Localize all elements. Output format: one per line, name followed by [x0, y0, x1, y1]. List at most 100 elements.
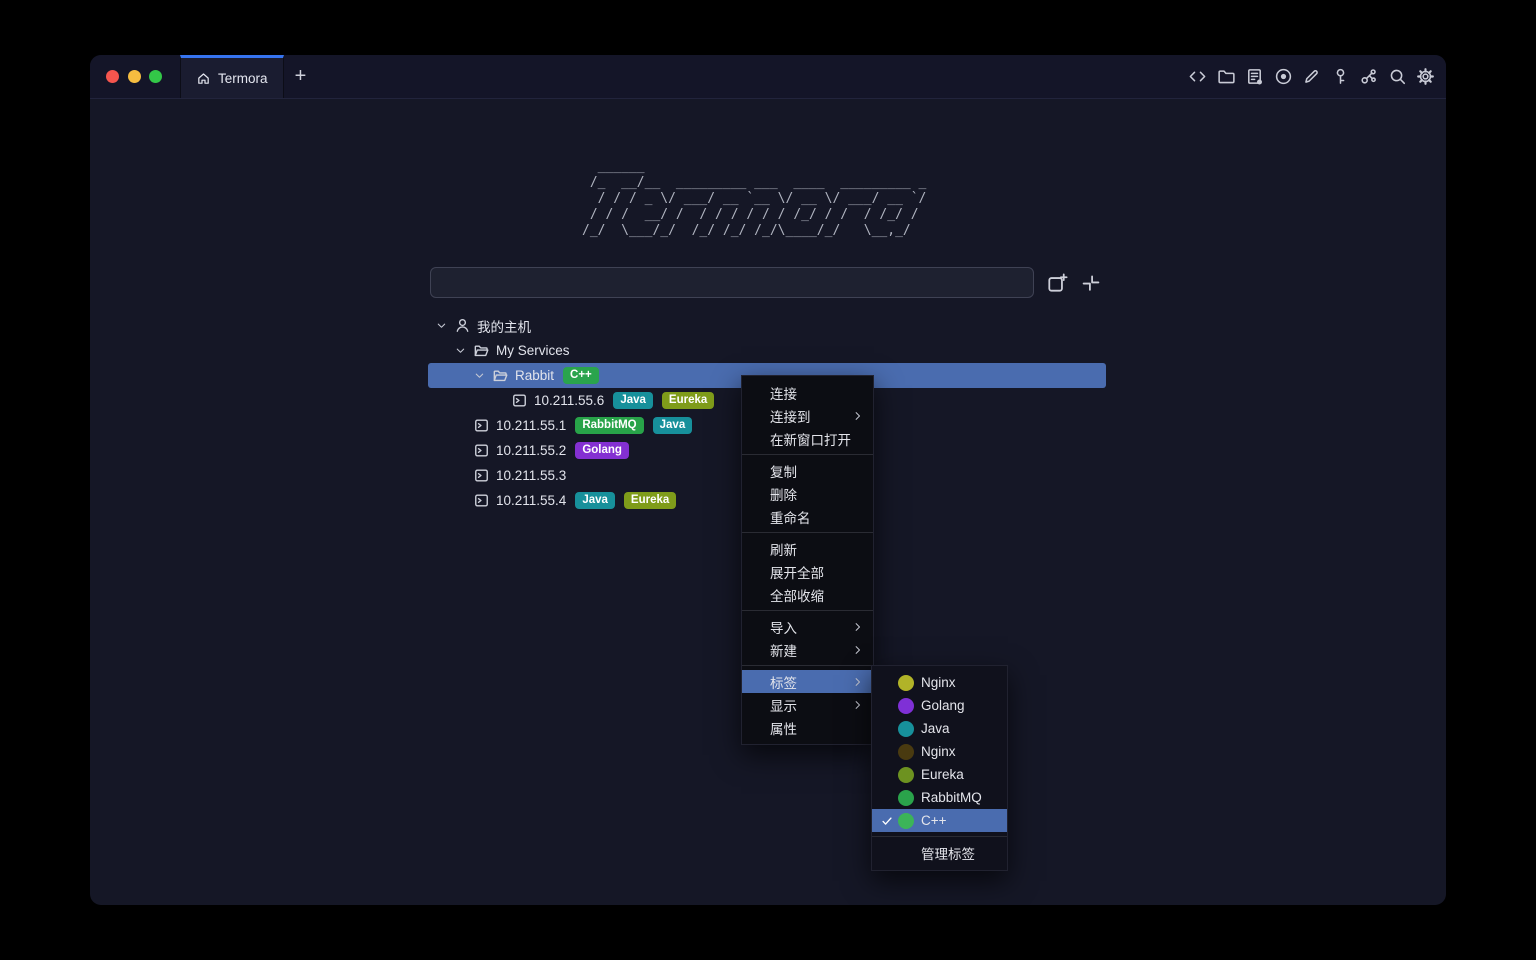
menu-item-label: 展开全部 — [770, 562, 824, 582]
terminal-icon — [473, 467, 490, 484]
ascii-logo: ______ /_ __/__ _________ ___ ____ _____… — [582, 159, 934, 239]
folder-button[interactable] — [1217, 67, 1236, 86]
settings-icon — [1416, 67, 1435, 86]
menu-item-manage-tags[interactable]: 管理标签 — [872, 841, 1007, 865]
user-icon — [454, 317, 471, 334]
quick-connect-input[interactable] — [430, 267, 1034, 298]
menu-item-open-in-new-window[interactable]: 在新窗口打开 — [742, 427, 873, 450]
menu-item-label: C++ — [921, 813, 947, 828]
add-host-icon — [1046, 272, 1068, 294]
edit-button[interactable] — [1302, 67, 1321, 86]
chevron-right-icon — [852, 644, 864, 656]
menu-item-tag-rabbitmq[interactable]: RabbitMQ — [872, 786, 1007, 809]
menu-item-tags[interactable]: 标签 — [742, 670, 873, 693]
menu-item-label: 标签 — [770, 672, 797, 692]
menu-item-label: Golang — [921, 698, 965, 713]
submenu-arrow-icon — [852, 644, 864, 656]
key-button[interactable] — [1331, 67, 1350, 86]
add-host-button[interactable] — [1046, 272, 1068, 294]
settings-button[interactable] — [1416, 67, 1435, 86]
new-tab-button[interactable]: + — [284, 55, 318, 98]
check-icon — [881, 815, 893, 827]
code-button[interactable] — [1188, 67, 1207, 86]
code-icon — [1188, 67, 1207, 86]
expand-slot — [492, 394, 511, 407]
menu-item-properties[interactable]: 属性 — [742, 716, 873, 739]
menu-item-label: 刷新 — [770, 539, 797, 559]
menu-item-tag-golang[interactable]: Golang — [872, 694, 1007, 717]
search-icon — [1388, 67, 1407, 86]
zoom-button[interactable] — [149, 70, 162, 83]
menu-item-expand-all[interactable]: 展开全部 — [742, 560, 873, 583]
keychain-icon — [1359, 67, 1378, 86]
menu-separator — [742, 532, 873, 533]
app-window: Termora + ______ /_ __/__ _________ ___ … — [90, 55, 1446, 905]
user-icon — [454, 317, 471, 334]
tree-row-my-hosts[interactable]: 我的主机 — [428, 313, 1106, 338]
terminal-icon — [511, 392, 528, 409]
terminal-icon — [511, 392, 528, 409]
menu-separator — [742, 665, 873, 666]
menu-item-label: 全部收缩 — [770, 585, 824, 605]
menu-separator — [872, 836, 1007, 837]
menu-item-label: 在新窗口打开 — [770, 429, 851, 449]
layout-toggle-icon — [1080, 272, 1102, 294]
menu-separator — [742, 454, 873, 455]
expand-slot — [454, 469, 473, 482]
log-button[interactable] — [1245, 67, 1264, 86]
tab-label: Termora — [218, 71, 268, 86]
menu-item-tag-cpp[interactable]: C++ — [872, 809, 1007, 832]
folder-open-icon — [492, 367, 509, 384]
minimize-button[interactable] — [128, 70, 141, 83]
menu-item-delete[interactable]: 删除 — [742, 482, 873, 505]
submenu-arrow-icon — [852, 699, 864, 711]
menu-item-label: Nginx — [921, 675, 956, 690]
expand-slot — [454, 444, 473, 457]
tag-color-dot — [898, 790, 914, 806]
terminal-icon — [473, 467, 490, 484]
chevron-down-icon — [454, 344, 467, 357]
terminal-icon — [473, 442, 490, 459]
keychain-button[interactable] — [1359, 67, 1378, 86]
record-button[interactable] — [1274, 67, 1293, 86]
chevron-right-icon — [852, 621, 864, 633]
tag-color-dot — [898, 744, 914, 760]
layout-toggle-button[interactable] — [1080, 272, 1102, 294]
menu-item-import[interactable]: 导入 — [742, 615, 873, 638]
expand-slot[interactable] — [435, 319, 454, 332]
traffic-lights — [90, 55, 180, 98]
key-icon — [1331, 67, 1350, 86]
menu-item-copy[interactable]: 复制 — [742, 459, 873, 482]
menu-item-connect[interactable]: 连接 — [742, 381, 873, 404]
menu-item-refresh[interactable]: 刷新 — [742, 537, 873, 560]
menu-item-tag-nginx-1[interactable]: Nginx — [872, 671, 1007, 694]
menu-item-collapse-all[interactable]: 全部收缩 — [742, 583, 873, 606]
tab-termora[interactable]: Termora — [180, 55, 284, 98]
chevron-down-icon — [473, 369, 486, 382]
close-button[interactable] — [106, 70, 119, 83]
menu-item-label: 连接到 — [770, 406, 811, 426]
tag-badge-golang: Golang — [575, 442, 629, 460]
tree-row-my-services[interactable]: My Services — [428, 338, 1106, 363]
folder-open-icon — [473, 342, 490, 359]
tree-row-label: 我的主机 — [477, 316, 531, 336]
tree-row-label: 10.211.55.2 — [496, 443, 566, 458]
menu-item-tag-eureka[interactable]: Eureka — [872, 763, 1007, 786]
search-button[interactable] — [1388, 67, 1407, 86]
menu-item-connect-to[interactable]: 连接到 — [742, 404, 873, 427]
tag-badge-java: Java — [653, 417, 693, 435]
menu-item-display[interactable]: 显示 — [742, 693, 873, 716]
tag-color-dot — [898, 698, 914, 714]
expand-slot[interactable] — [454, 344, 473, 357]
submenu-arrow-icon — [852, 621, 864, 633]
menu-item-label: RabbitMQ — [921, 790, 982, 805]
chevron-right-icon — [852, 699, 864, 711]
expand-slot[interactable] — [473, 369, 492, 382]
menu-item-label: 重命名 — [770, 507, 811, 527]
menu-item-rename[interactable]: 重命名 — [742, 505, 873, 528]
menu-item-tag-java[interactable]: Java — [872, 717, 1007, 740]
menu-item-new[interactable]: 新建 — [742, 638, 873, 661]
home-icon — [196, 71, 211, 86]
menu-item-tag-nginx-2[interactable]: Nginx — [872, 740, 1007, 763]
tag-badge-eureka: Eureka — [624, 492, 676, 510]
